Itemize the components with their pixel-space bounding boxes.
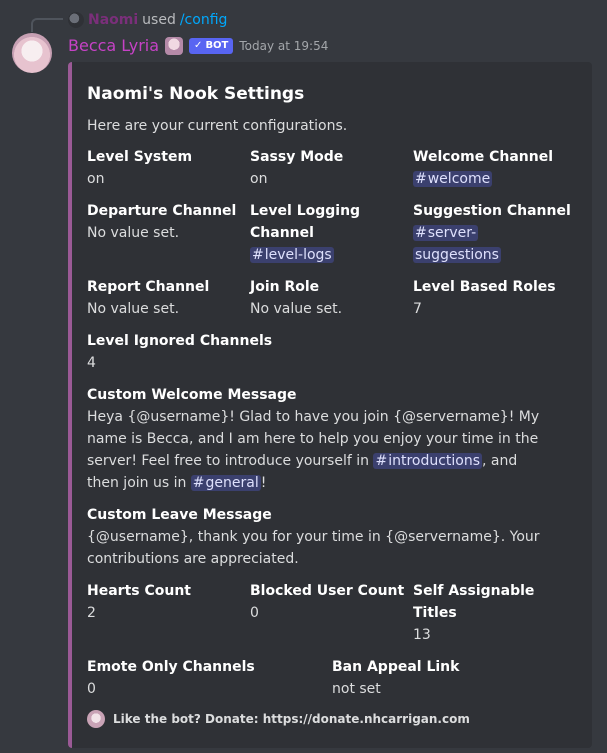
field-name: Sassy Mode xyxy=(250,149,344,165)
field-name: Level Ignored Channels xyxy=(87,333,273,349)
channel-name: introductions xyxy=(388,453,481,469)
field-value: 0 xyxy=(250,605,259,621)
settings-embed: Naomi's Nook Settings Here are your curr… xyxy=(68,62,592,748)
field-name: Departure Channel xyxy=(87,203,237,219)
field-blocked-user-count: Blocked User Count 0 xyxy=(250,580,404,624)
field-level-based-roles: Level Based Roles 7 xyxy=(413,276,556,320)
channel-mention-welcome[interactable]: #welcome xyxy=(413,171,493,187)
field-name: Ban Appeal Link xyxy=(332,659,460,675)
field-value: No value set. xyxy=(87,301,180,317)
bot-tag: ✓ BOT xyxy=(189,37,234,54)
field-name-line1: Self Assignable xyxy=(413,583,535,599)
replied-user-avatar[interactable] xyxy=(68,12,84,28)
field-value: No value set. xyxy=(87,225,180,241)
channel-name: welcome xyxy=(427,171,491,187)
field-welcome-channel: Welcome Channel #welcome xyxy=(413,146,553,190)
field-name: Custom Leave Message xyxy=(87,507,272,523)
field-name: Suggestion Channel xyxy=(413,203,571,219)
footer-text: Like the bot? Donate: https://donate.nhc… xyxy=(113,712,470,726)
field-self-assignable-titles: Self Assignable Titles 13 xyxy=(413,580,534,646)
field-join-role: Join Role No value set. xyxy=(250,276,342,320)
field-level-logging-channel: Level Logging Channel #level-logs xyxy=(250,200,360,266)
welcome-line-2: name is Becca, and I am here to help you… xyxy=(87,431,539,447)
field-departure-channel: Departure Channel No value set. xyxy=(87,200,236,244)
check-icon: ✓ xyxy=(194,39,203,51)
field-name: Join Role xyxy=(250,279,320,295)
embed-title: Naomi's Nook Settings xyxy=(87,84,305,104)
field-name: Level Based Roles xyxy=(413,279,556,295)
footer-avatar-icon xyxy=(87,710,105,728)
welcome-line-1: Heya {@username}! Glad to have you join … xyxy=(87,409,540,425)
channel-mention-introductions[interactable]: #introductions xyxy=(373,453,483,469)
field-value: 0 xyxy=(87,681,96,697)
field-value: 13 xyxy=(413,627,431,643)
author-avatar[interactable] xyxy=(12,33,52,73)
field-name: Blocked User Count xyxy=(250,583,405,599)
reply-context[interactable]: Naomi used /config xyxy=(68,10,227,30)
channel-mention-level-logs[interactable]: #level-logs xyxy=(250,247,334,263)
field-name-line2: Titles xyxy=(413,605,457,621)
field-value: 4 xyxy=(87,355,96,371)
replied-user-name[interactable]: Naomi xyxy=(88,12,138,28)
reply-connector xyxy=(31,18,63,32)
field-custom-welcome-message: Custom Welcome Message Heya {@username}!… xyxy=(87,384,582,494)
channel-name-line1: server- xyxy=(427,225,477,241)
channel-name: level-logs xyxy=(264,247,332,263)
role-icon xyxy=(165,36,184,55)
author-name[interactable]: Becca Lyria xyxy=(68,36,159,55)
field-level-system: Level System on xyxy=(87,146,192,190)
embed-description: Here are your current configurations. xyxy=(87,118,348,134)
field-value: 2 xyxy=(87,605,96,621)
channel-mention-general[interactable]: #general xyxy=(190,475,261,491)
field-sassy-mode: Sassy Mode on xyxy=(250,146,343,190)
channel-mention-server-suggestions[interactable]: #server- xyxy=(413,225,479,241)
leave-line-2: contributions are appreciated. xyxy=(87,551,299,567)
channel-mention-server-suggestions-cont[interactable]: suggestions xyxy=(413,247,501,263)
welcome-line-3-text: server! Feel free to introduce yourself … xyxy=(87,453,374,469)
field-emote-only-channels: Emote Only Channels 0 xyxy=(87,656,255,700)
field-value: 7 xyxy=(413,301,422,317)
hash-icon: # xyxy=(415,171,427,187)
hash-icon: # xyxy=(415,225,427,241)
welcome-line-3-end: , and xyxy=(482,453,518,469)
bot-tag-label: BOT xyxy=(205,39,229,51)
field-name: Hearts Count xyxy=(87,583,191,599)
field-name: Welcome Channel xyxy=(413,149,554,165)
reply-used-label: used xyxy=(142,12,176,28)
field-name: Report Channel xyxy=(87,279,210,295)
slash-command[interactable]: /config xyxy=(180,12,228,28)
welcome-line-4: then join us in #general! xyxy=(87,472,582,494)
field-ban-appeal-link: Ban Appeal Link not set xyxy=(332,656,459,700)
field-name: Level System xyxy=(87,149,193,165)
embed-footer: Like the bot? Donate: https://donate.nhc… xyxy=(87,710,470,728)
hash-icon: # xyxy=(252,247,264,263)
welcome-line-4-text: then join us in xyxy=(87,475,191,491)
field-value: on xyxy=(87,171,105,187)
welcome-line-4-end: ! xyxy=(260,475,267,491)
field-value: No value set. xyxy=(250,301,343,317)
field-value: not set xyxy=(332,681,381,697)
field-name: Emote Only Channels xyxy=(87,659,255,675)
channel-name-line2: suggestions xyxy=(415,247,499,263)
field-name-line1: Level Logging xyxy=(250,203,361,219)
field-name: Custom Welcome Message xyxy=(87,387,297,403)
field-level-ignored-channels: Level Ignored Channels 4 xyxy=(87,330,272,374)
hash-icon: # xyxy=(192,475,205,491)
channel-name: general xyxy=(205,475,259,491)
field-suggestion-channel: Suggestion Channel #server- suggestions xyxy=(413,200,571,266)
field-custom-leave-message: Custom Leave Message {@username}, thank … xyxy=(87,504,582,570)
field-name-line2: Channel xyxy=(250,225,314,241)
field-hearts-count: Hearts Count 2 xyxy=(87,580,191,624)
field-value: on xyxy=(250,171,268,187)
message-header: Becca Lyria ✓ BOT Today at 19:54 xyxy=(68,36,328,55)
leave-line-1: {@username}, thank you for your time in … xyxy=(87,529,540,545)
hash-icon: # xyxy=(375,453,388,469)
field-report-channel: Report Channel No value set. xyxy=(87,276,209,320)
welcome-line-3: server! Feel free to introduce yourself … xyxy=(87,450,582,472)
message-timestamp[interactable]: Today at 19:54 xyxy=(239,39,328,53)
